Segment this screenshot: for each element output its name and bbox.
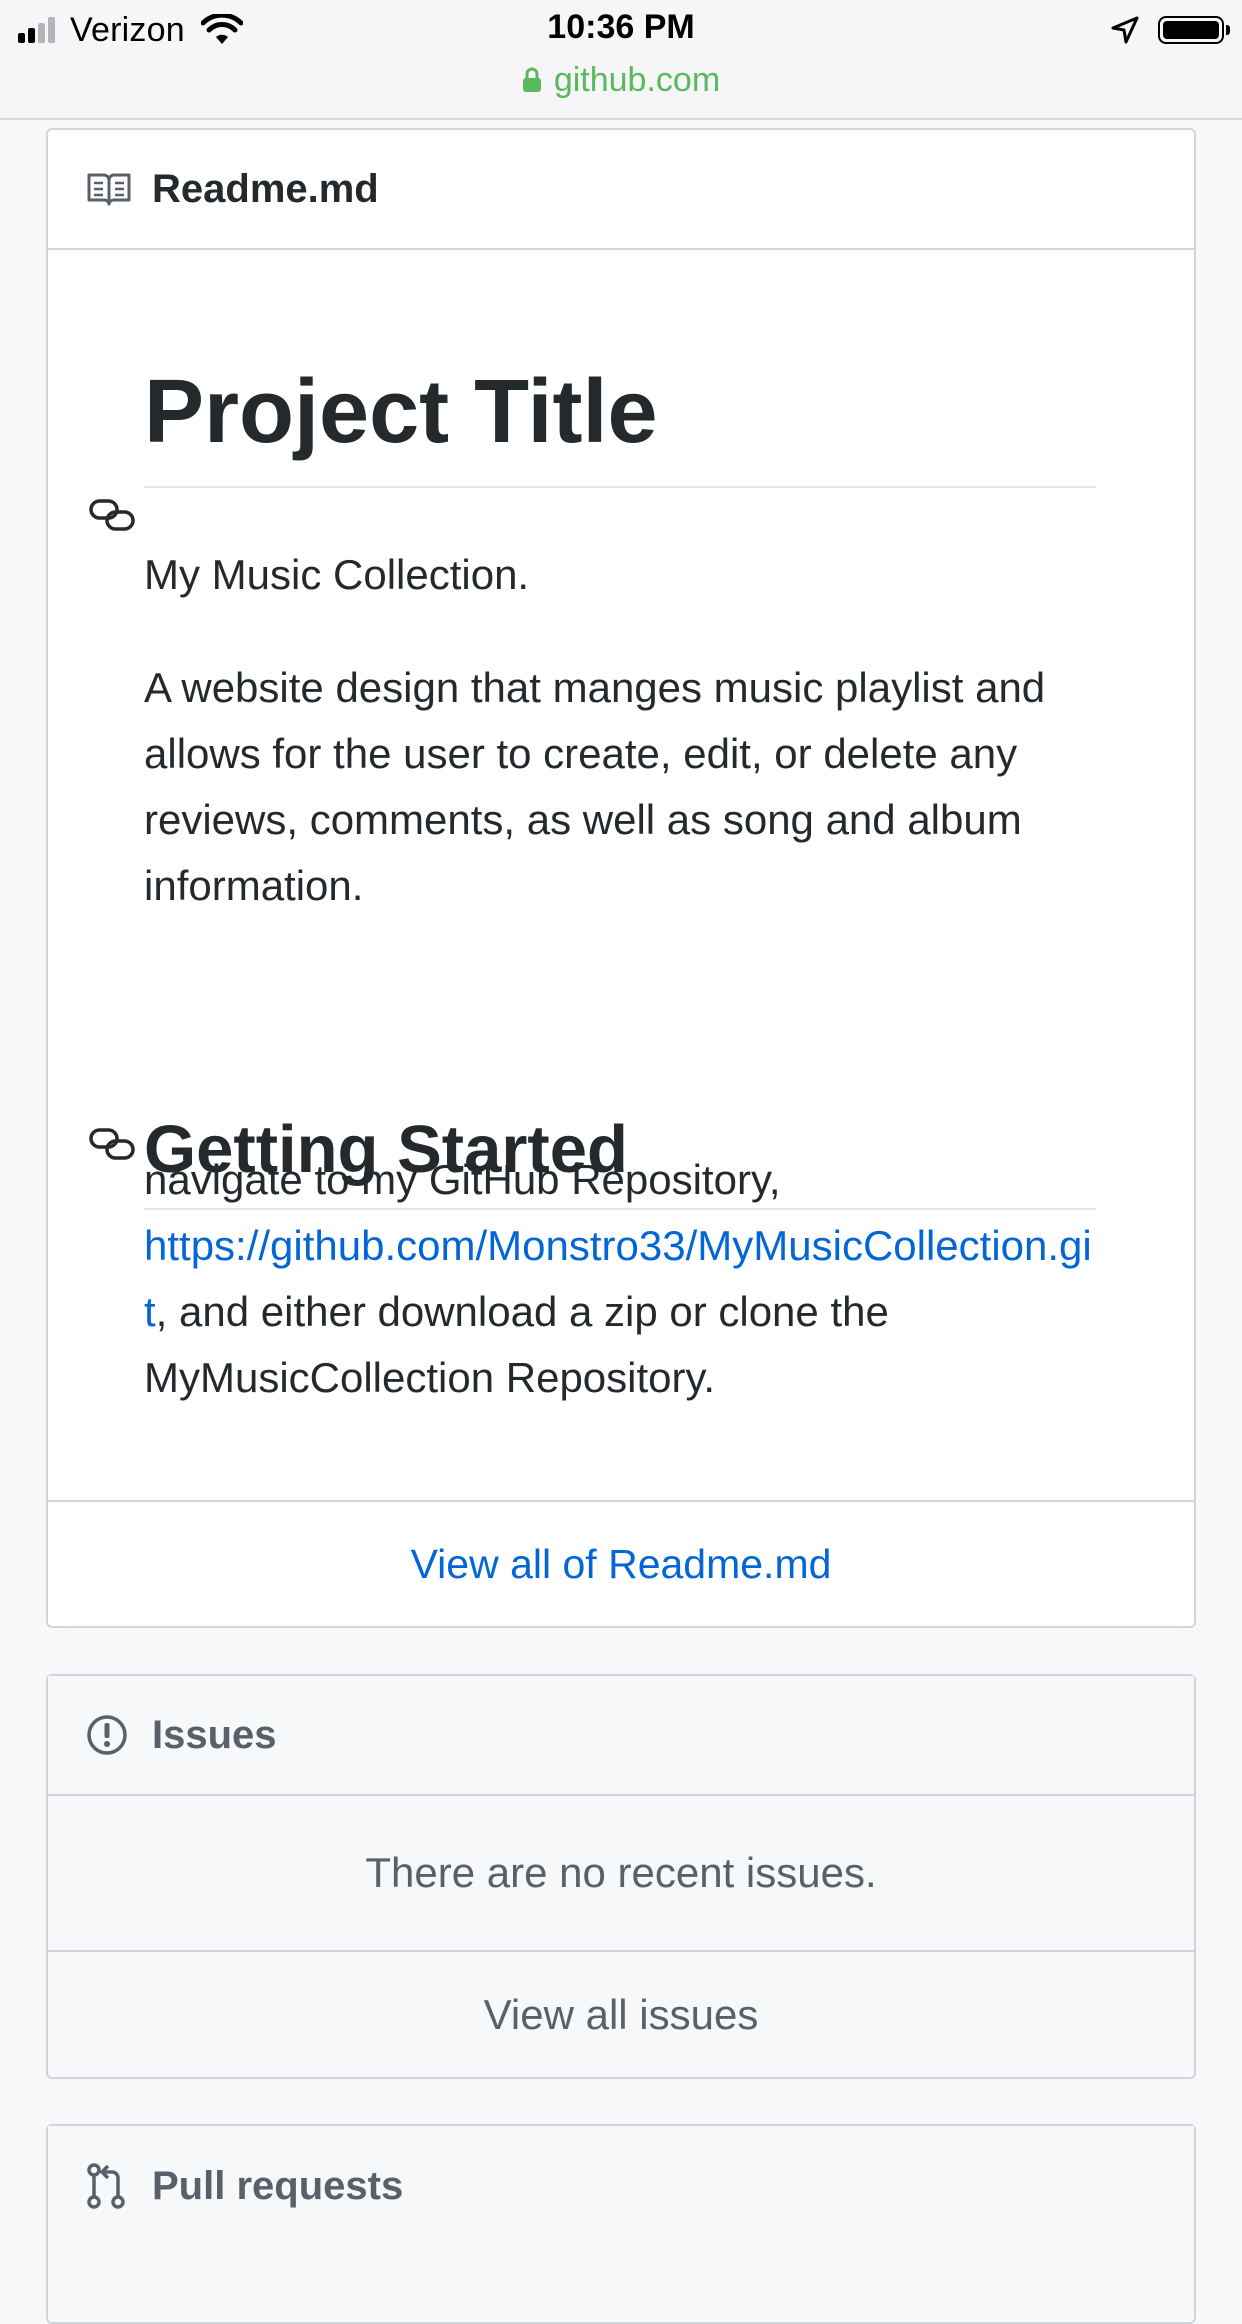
status-right [1110, 12, 1230, 48]
issue-opened-icon [86, 1714, 132, 1756]
readme-filename: Readme.md [152, 166, 379, 211]
pull-requests-header: Pull requests [48, 2126, 1194, 2246]
address-bar[interactable]: github.com [0, 58, 1242, 102]
getting-started-suffix: , and either download a zip or clone the… [144, 1288, 889, 1401]
url-domain: github.com [553, 60, 721, 99]
readme-header: Readme.md [48, 130, 1194, 250]
pull-requests-card: Pull requests [46, 2124, 1196, 2324]
heading-anchor-link-icon[interactable] [88, 1127, 136, 1166]
status-time: 10:36 PM [547, 8, 695, 46]
battery-icon [1158, 16, 1230, 44]
readme-paragraph-description: A website design that manges music playl… [144, 664, 1046, 909]
readme-paragraph-intro: My Music Collection. [144, 551, 530, 598]
issues-card: Issues There are no recent issues. View … [46, 1674, 1196, 2079]
issues-header: Issues [48, 1676, 1194, 1796]
readme-paragraph-getting-started: navigate to my GitHub Repository, https:… [144, 1147, 1096, 1411]
readme-footer: View all of Readme.md [48, 1502, 1194, 1626]
status-bar: Verizon 10:36 PM github.com [0, 0, 1242, 120]
book-icon [86, 171, 132, 207]
location-arrow-icon [1111, 16, 1139, 44]
readme-content: Project Title My Music Collection. A web… [48, 250, 1194, 1502]
view-all-readme-link[interactable]: View all of Readme.md [411, 1541, 832, 1588]
getting-started-prefix: navigate to my GitHub Repository, [144, 1156, 781, 1203]
readme-heading-project-title: Project Title [144, 358, 1096, 488]
readme-card: Readme.md Project Title My Music Collect… [46, 128, 1196, 1628]
issues-empty-message: There are no recent issues. [48, 1796, 1194, 1952]
view-all-issues-link[interactable]: View all issues [48, 1952, 1194, 2077]
heading-anchor-link-icon[interactable] [88, 498, 136, 537]
git-pull-request-icon [86, 2162, 132, 2210]
lock-icon [522, 67, 541, 92]
pull-requests-title: Pull requests [152, 2163, 404, 2208]
issues-title: Issues [152, 1712, 277, 1757]
